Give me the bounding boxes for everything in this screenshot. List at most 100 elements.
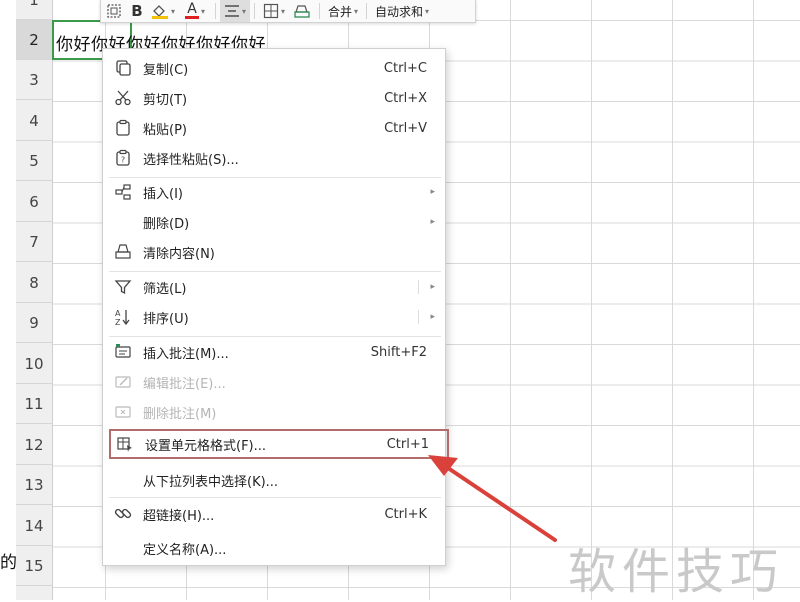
clipped-text: 的 [0, 553, 17, 573]
menu-item-shortcut: Ctrl+C [383, 60, 427, 76]
menu-item-filter[interactable]: 筛选(L) ▸ [103, 272, 445, 302]
menu-item-shortcut: Ctrl+X [384, 90, 427, 106]
menu-item-edit-comment: 编辑批注(E)... [103, 367, 445, 397]
svg-text:?: ? [121, 156, 125, 165]
row-number[interactable]: 11 [16, 384, 52, 424]
menu-item-shortcut: Ctrl+K [384, 506, 427, 522]
menu-item-label: 定义名称(A)... [143, 542, 227, 558]
menu-item-label: 删除(D) [143, 216, 190, 232]
row-number[interactable]: 9 [16, 303, 52, 343]
bold-button[interactable]: B [127, 0, 147, 22]
font-color-label: A [187, 1, 197, 17]
menu-item-label: 清除内容(N) [143, 246, 215, 262]
row-number[interactable]: 3 [16, 60, 52, 100]
row-number[interactable]: 4 [16, 101, 52, 141]
menu-item-label: 从下拉列表中选择(K)... [143, 474, 279, 490]
menu-item-insert[interactable]: 插入(I) ▸ [103, 177, 445, 207]
menu-item-label: 剪切(T) [143, 92, 188, 108]
scissors-icon [113, 88, 133, 108]
svg-text:Z: Z [115, 318, 121, 326]
format-painter-button[interactable] [101, 0, 127, 22]
font-color-button[interactable]: A ▾ [179, 0, 211, 22]
red-underline-icon [184, 16, 199, 19]
row-number[interactable]: 13 [16, 465, 52, 505]
row-number[interactable]: 14 [16, 506, 52, 546]
autosum-label: 自动求和 [375, 4, 424, 19]
menu-item-cut[interactable]: 剪切(T) Ctrl+X [103, 83, 445, 113]
menu-item-paste-special[interactable]: ? 选择性粘贴(S)... [103, 143, 445, 173]
clear-format-button[interactable] [289, 0, 315, 22]
row-number[interactable]: 7 [16, 222, 52, 262]
comment-delete-icon [113, 402, 133, 422]
row-number[interactable]: 12 [16, 425, 52, 465]
menu-item-delete[interactable]: 删除(D) ▸ [103, 207, 445, 237]
submenu-divider [418, 310, 419, 324]
menu-item-shortcut: Shift+F2 [370, 344, 427, 360]
menu-item-shortcut: Ctrl+1 [386, 436, 429, 452]
merge-label: 合并 [328, 4, 353, 19]
paste-icon [113, 118, 133, 138]
menu-item-label: 删除批注(M) [143, 406, 217, 422]
menu-item-clear-contents[interactable]: 清除内容(N) [103, 237, 445, 267]
menu-item-label: 超链接(H)... [143, 508, 215, 524]
watermark-text: 软件技巧 [568, 544, 785, 600]
eraser-icon [113, 242, 133, 262]
paint-bucket-icon [151, 5, 168, 19]
menu-item-hyperlink[interactable]: 超链接(H)... Ctrl+K [103, 499, 445, 529]
chevron-down-icon: ▾ [354, 6, 359, 16]
toolbar-divider [319, 3, 320, 19]
menu-item-label: 选择性粘贴(S)... [143, 152, 239, 168]
menu-item-label: 设置单元格格式(F)... [145, 438, 267, 454]
menu-item-copy[interactable]: 复制(C) Ctrl+C [103, 53, 445, 83]
autosum-button[interactable]: 自动求和 ▾ [371, 0, 433, 22]
link-icon [113, 504, 133, 524]
align-center-button[interactable]: ▾ [220, 0, 250, 22]
chevron-down-icon: ▾ [280, 6, 285, 16]
menu-item-sort[interactable]: AZ 排序(U) ▸ [103, 302, 445, 332]
toolbar-divider [215, 3, 216, 19]
submenu-divider [418, 280, 419, 294]
toolbar-divider [254, 3, 255, 19]
menu-item-format-cells[interactable]: 设置单元格格式(F)... Ctrl+1 [109, 429, 449, 459]
menu-item-label: 插入(I) [143, 186, 183, 202]
sort-icon: AZ [113, 307, 133, 327]
eraser-icon [294, 5, 310, 18]
menu-item-paste[interactable]: 粘贴(P) Ctrl+V [103, 113, 445, 143]
menu-item-insert-comment[interactable]: 插入批注(M)... Shift+F2 [103, 337, 445, 367]
row-number[interactable]: 8 [16, 263, 52, 303]
align-center-icon [224, 5, 239, 17]
row-header-column: 1 2 3 4 5 6 7 8 9 10 11 12 13 14 15 [16, 0, 53, 600]
copy-icon [113, 58, 133, 78]
row-number[interactable]: 6 [16, 182, 52, 222]
mini-toolbar: B ▾ A ▾ ▾ ▾ 合并 ▾ 自动求和 ▾ [100, 0, 476, 23]
comment-edit-icon [113, 372, 133, 392]
chevron-down-icon: ▾ [170, 6, 175, 16]
row-number[interactable]: 10 [16, 344, 52, 384]
menu-item-delete-comment: 删除批注(M) [103, 397, 445, 427]
submenu-arrow-icon: ▸ [430, 282, 435, 292]
row-number[interactable]: 1 [16, 0, 52, 20]
menu-item-pick-from-list[interactable]: 从下拉列表中选择(K)... [103, 465, 445, 495]
comment-insert-icon [113, 342, 133, 362]
chevron-down-icon: ▾ [200, 6, 205, 16]
row-number-active[interactable]: 2 [16, 20, 52, 60]
context-menu: 复制(C) Ctrl+C 剪切(T) Ctrl+X 粘贴(P) Ctrl+V ?… [102, 48, 449, 566]
row-number[interactable]: 5 [16, 141, 52, 181]
submenu-arrow-icon: ▸ [430, 312, 435, 322]
menu-item-label: 排序(U) [143, 311, 189, 327]
menu-item-label: 编辑批注(E)... [143, 376, 226, 392]
paste-special-icon: ? [113, 148, 133, 168]
border-grid-icon [263, 3, 279, 19]
borders-button[interactable]: ▾ [259, 0, 289, 22]
insert-icon [113, 182, 133, 202]
menu-item-shortcut: Ctrl+V [384, 120, 427, 136]
menu-item-label: 复制(C) [143, 62, 189, 78]
svg-text:A: A [115, 309, 121, 318]
menu-item-define-name[interactable]: 定义名称(A)... [103, 533, 445, 563]
filter-icon [113, 277, 133, 297]
fill-color-button[interactable]: ▾ [147, 0, 179, 22]
row-number[interactable]: 15 [16, 546, 52, 586]
format-painter-icon [107, 4, 121, 18]
menu-item-label: 粘贴(P) [143, 122, 187, 138]
merge-button[interactable]: 合并 ▾ [324, 0, 362, 22]
